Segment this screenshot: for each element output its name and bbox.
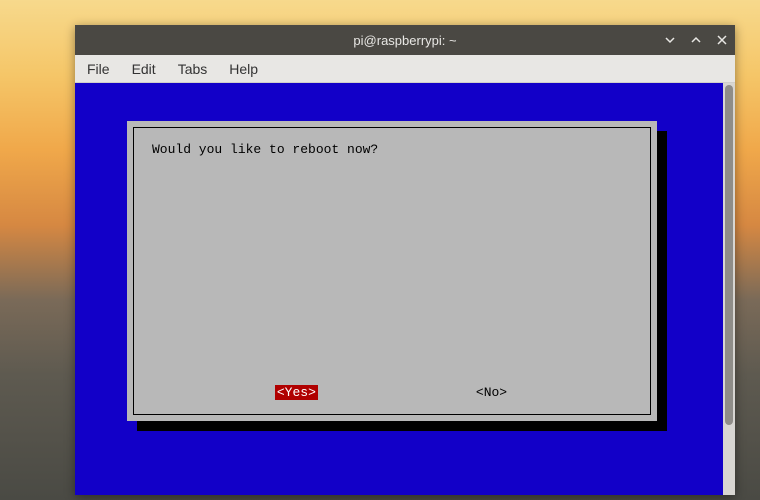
yes-button[interactable]: <Yes>	[275, 385, 318, 400]
chevron-down-icon	[665, 35, 675, 45]
dialog-frame: Would you like to reboot now? <Yes> <No>	[133, 127, 651, 415]
chevron-up-icon	[691, 35, 701, 45]
window-controls	[663, 25, 729, 55]
menubar: File Edit Tabs Help	[75, 55, 735, 83]
menu-help[interactable]: Help	[225, 59, 262, 79]
close-button[interactable]	[715, 33, 729, 47]
no-button[interactable]: <No>	[474, 385, 509, 400]
dialog-prompt: Would you like to reboot now?	[152, 142, 378, 157]
window-titlebar: pi@raspberrypi: ~	[75, 25, 735, 55]
menu-file[interactable]: File	[83, 59, 114, 79]
terminal-window: pi@raspberrypi: ~ File Edit Tabs Help	[75, 25, 735, 495]
reboot-dialog: Would you like to reboot now? <Yes> <No>	[127, 121, 657, 421]
vertical-scrollbar[interactable]	[723, 83, 735, 495]
scrollbar-thumb[interactable]	[725, 85, 733, 425]
menu-edit[interactable]: Edit	[128, 59, 160, 79]
minimize-button[interactable]	[663, 33, 677, 47]
menu-tabs[interactable]: Tabs	[174, 59, 212, 79]
dialog-button-row: <Yes> <No>	[134, 385, 650, 400]
terminal-viewport: Would you like to reboot now? <Yes> <No>	[75, 83, 735, 495]
maximize-button[interactable]	[689, 33, 703, 47]
close-icon	[717, 35, 727, 45]
window-title: pi@raspberrypi: ~	[353, 33, 456, 48]
